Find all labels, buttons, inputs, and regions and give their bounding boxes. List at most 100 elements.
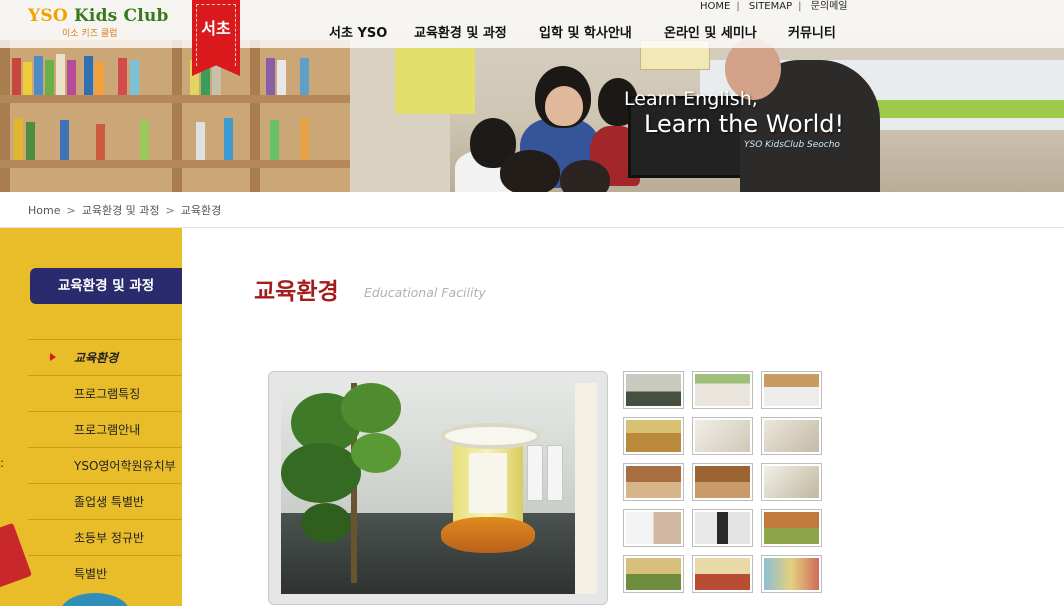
thumbnail[interactable] [761, 417, 822, 455]
photo-pillar-inner [469, 453, 507, 513]
thumbnail-image [764, 466, 819, 498]
sidebar-item-elementary-class[interactable]: 초등부 정규반 [28, 519, 182, 555]
hero-banner: Learn English, Learn the World! YSO Kids… [0, 0, 1064, 192]
slogan-line-2: Learn the World! [644, 110, 845, 138]
nav-item-education[interactable]: 교육환경 및 과정 [414, 22, 507, 41]
active-arrow-icon [50, 353, 56, 361]
photo-door [547, 445, 563, 501]
book [67, 60, 76, 95]
slogan-line-1: Learn English, [624, 88, 758, 110]
util-link-home[interactable]: HOME [700, 1, 730, 12]
sidebar-item-label: 프로그램특징 [74, 387, 141, 401]
sidebar-item-label: 교육환경 [74, 351, 119, 365]
util-link-sitemap[interactable]: SITEMAP [749, 1, 792, 12]
thumbnail[interactable] [623, 555, 684, 593]
book [45, 60, 54, 95]
thumbnail[interactable] [761, 371, 822, 409]
page-title: 교육환경 [254, 279, 339, 305]
separator: | [736, 1, 740, 12]
sidebar-item-label: 특별반 [74, 567, 108, 581]
photo-tree-leaves [341, 383, 401, 433]
thumbnail[interactable] [692, 509, 753, 547]
book [23, 62, 32, 95]
shelf-board [0, 160, 350, 168]
book [26, 122, 35, 160]
breadcrumb: Home > 교육환경 및 과정 > 교육환경 [0, 192, 1064, 228]
book [270, 120, 279, 160]
thumbnail-image [626, 374, 681, 406]
sidebar-menu: 교육환경 프로그램특징 프로그램안내 YSO영어학원유치부 졸업생 특별반 초등… [28, 339, 182, 591]
breadcrumb-separator: > [165, 204, 175, 217]
thumbnail-image [695, 374, 750, 406]
branch-tag-label: 서초 [201, 19, 231, 38]
sidebar-item-label: 졸업생 특별반 [74, 495, 145, 509]
child-figure [560, 160, 610, 192]
thumbnail-image [626, 558, 681, 590]
book [300, 118, 309, 160]
book [224, 118, 233, 160]
thumbnail[interactable] [692, 463, 753, 501]
sidebar-item-program-guide[interactable]: 프로그램안내 [28, 411, 182, 447]
thumbnail[interactable] [623, 417, 684, 455]
logo-subtitle: 이소 키즈 클럽 [62, 29, 118, 39]
book [300, 58, 309, 95]
thumbnail-image [695, 558, 750, 590]
book [34, 56, 43, 95]
book [140, 120, 149, 160]
sidebar-item-label: 프로그램안내 [74, 423, 141, 437]
logo-brand: YSO [28, 6, 68, 26]
photo-door [527, 445, 543, 501]
book [56, 54, 65, 95]
thumbnail[interactable] [623, 371, 684, 409]
globe-decoration [60, 593, 130, 606]
sidebar-item-special-class[interactable]: 특별반 [28, 555, 182, 591]
util-link-contact-mail[interactable]: 문의메일 [811, 1, 848, 12]
thumbnail[interactable] [692, 417, 753, 455]
thumbnail[interactable] [761, 555, 822, 593]
book [196, 122, 205, 160]
sidebar-item-kindergarten[interactable]: YSO영어학원유치부 [28, 447, 182, 483]
thumbnail[interactable] [692, 555, 753, 593]
thumbnail[interactable] [623, 463, 684, 501]
breadcrumb-section[interactable]: 교육환경 및 과정 [82, 204, 160, 217]
thumbnail-image [695, 420, 750, 452]
book [118, 58, 127, 95]
thumbnail[interactable] [761, 509, 822, 547]
breadcrumb-current[interactable]: 교육환경 [181, 204, 221, 217]
book [95, 62, 104, 95]
nav-item-community[interactable]: 커뮤니티 [788, 22, 836, 41]
thumbnail-image [764, 420, 819, 452]
breadcrumb-separator: > [66, 204, 76, 217]
thumbnail[interactable] [692, 371, 753, 409]
separator: | [798, 1, 802, 12]
sidebar-item-graduate-class[interactable]: 졸업생 특별반 [28, 483, 182, 519]
utility-links: HOME | SITEMAP | 문의메일 [700, 0, 848, 12]
nav-item-seocho-yso[interactable]: 서초 YSO [329, 22, 387, 41]
main-photo-frame [268, 371, 608, 605]
thumbnail-image [764, 374, 819, 406]
branch-tag[interactable]: 서초 [192, 0, 240, 76]
nav-item-online-seminar[interactable]: 온라인 및 세미나 [664, 22, 757, 41]
nav-item-admission[interactable]: 입학 및 학사안내 [539, 22, 632, 41]
site-logo[interactable]: YSO Kids Club [28, 6, 169, 26]
top-navbar: YSO Kids Club 이소 키즈 클럽 HOME | SITEMAP | 문의… [0, 0, 1064, 48]
book [12, 58, 21, 95]
thumbnail-grid [623, 371, 823, 606]
photo-tree-leaves [281, 443, 361, 503]
thumbnail[interactable] [623, 509, 684, 547]
sidebar-item-label: 초등부 정규반 [74, 531, 145, 545]
sidebar-title: 교육환경 및 과정 [30, 268, 182, 304]
sidebar-item-program-features[interactable]: 프로그램특징 [28, 375, 182, 411]
sidebar-item-facility[interactable]: 교육환경 [28, 339, 182, 375]
sidebar: 교육환경 및 과정 : 교육환경 프로그램특징 프로그램안내 YSO영어학원유치… [0, 228, 182, 606]
book [277, 60, 286, 95]
thumbnail[interactable] [761, 463, 822, 501]
breadcrumb-home[interactable]: Home [28, 204, 60, 217]
thumbnail-image [764, 558, 819, 590]
thumbnail-image [695, 466, 750, 498]
child-figure [500, 150, 560, 192]
photo-sink-base [441, 517, 535, 553]
thumbnail-image [626, 466, 681, 498]
storage-box [395, 48, 475, 114]
book [266, 58, 275, 95]
